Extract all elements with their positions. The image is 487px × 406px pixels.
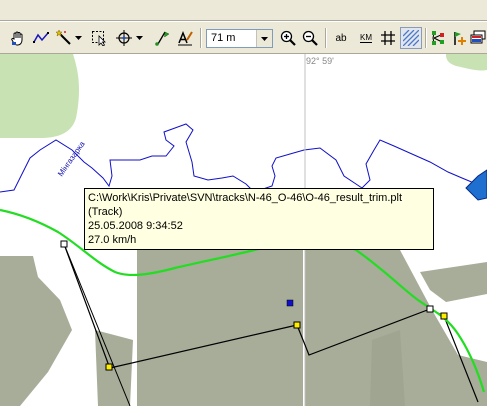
zoom-in-icon [280, 30, 296, 46]
track-add-button[interactable] [449, 27, 469, 49]
route-node[interactable] [440, 312, 448, 320]
hand-icon [10, 30, 26, 46]
route-node[interactable] [426, 305, 434, 313]
zoom-out-icon [302, 30, 318, 46]
hatch-toggle-button[interactable] [400, 27, 422, 49]
polyline-icon [33, 30, 49, 46]
magic-wand-icon [56, 30, 72, 46]
forest-area [0, 54, 80, 138]
km-toggle-button[interactable]: KM [355, 27, 377, 49]
track-tooltip: C:\Work\Kris\Private\SVN\tracks\N-46_O-4… [84, 188, 434, 250]
tooltip-datetime: 25.05.2008 9:34:52 [88, 220, 183, 232]
magic-wand-dropdown[interactable] [74, 27, 83, 49]
selected-node[interactable] [286, 299, 294, 307]
forest-area-corner [446, 54, 487, 71]
compass-dropdown[interactable] [135, 27, 144, 49]
app-window: 71 m ab KM 92° 59' Мінгазарка C:\Work\Kr… [0, 0, 487, 406]
track-nodes-button[interactable] [428, 27, 448, 49]
route-node[interactable] [60, 240, 68, 248]
window-top-strip [0, 0, 487, 22]
track-add-icon [451, 30, 467, 46]
hatch-icon [403, 30, 419, 46]
edit-text-icon [177, 30, 193, 46]
tooltip-object-type: (Track) [88, 206, 123, 218]
map-canvas[interactable]: 92° 59' Мінгазарка C:\Work\Kris\Private\… [0, 54, 487, 406]
magic-wand-button[interactable] [54, 27, 74, 49]
route-node[interactable] [105, 363, 113, 371]
zoom-in-button[interactable] [278, 27, 298, 49]
select-area-button[interactable] [89, 27, 109, 49]
road-line [63, 243, 131, 406]
map-toolbar: 71 m ab KM [0, 22, 487, 54]
track-nodes-icon [430, 30, 446, 46]
urban-block-far-right [420, 262, 487, 302]
waypoint-button[interactable] [152, 27, 172, 49]
labels-toggle-text: ab [335, 32, 347, 44]
grid-toggle-button[interactable] [378, 27, 398, 49]
km-toggle-text: KM [360, 33, 372, 43]
layers-icon [470, 30, 486, 46]
waypoint-flag-icon [154, 30, 170, 46]
scale-select-value: 71 m [211, 32, 236, 44]
scale-select-arrow[interactable] [256, 30, 272, 47]
zoom-out-button[interactable] [300, 27, 320, 49]
tooltip-speed: 27.0 km/h [88, 234, 137, 246]
lake-shape [465, 169, 487, 201]
pan-button[interactable] [8, 27, 28, 49]
scale-select[interactable]: 71 m [206, 29, 273, 48]
labels-toggle-button[interactable]: ab [330, 27, 352, 49]
route-node[interactable] [293, 321, 301, 329]
compass-button[interactable] [114, 27, 134, 49]
select-area-icon [91, 30, 107, 46]
grid-icon [380, 30, 396, 46]
compass-icon [116, 30, 132, 46]
tooltip-file-path: C:\Work\Kris\Private\SVN\tracks\N-46_O-4… [88, 192, 402, 204]
longitude-label: 92° 59' [306, 56, 334, 66]
layers-button[interactable] [469, 27, 487, 49]
urban-block-center [137, 250, 303, 406]
urban-block-left [0, 256, 72, 406]
draw-polyline-button[interactable] [31, 27, 51, 49]
edit-label-button[interactable] [175, 27, 195, 49]
